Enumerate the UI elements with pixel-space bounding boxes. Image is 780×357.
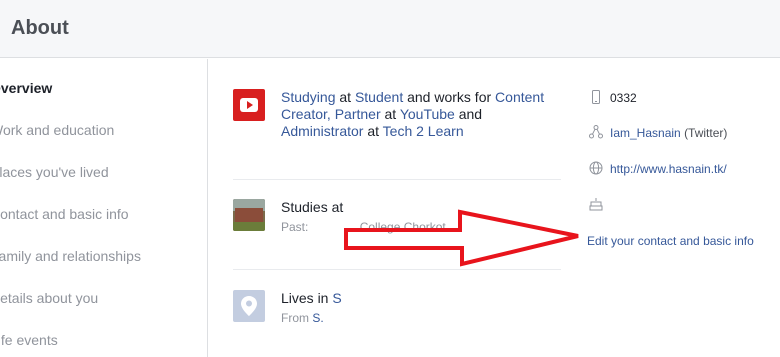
- sidebar-item-overview[interactable]: Overview: [0, 80, 52, 96]
- student-link[interactable]: Student: [355, 89, 403, 105]
- sidebar-item-family-relationships[interactable]: Family and relationships: [0, 248, 141, 264]
- work-entry: Studying at Student and works for Conten…: [233, 89, 561, 149]
- current-city-link[interactable]: S: [332, 290, 341, 306]
- administrator-link[interactable]: Administrator: [281, 123, 363, 139]
- work-summary: Studying at Student and works for Conten…: [281, 89, 545, 139]
- youtube-link[interactable]: YouTube: [400, 106, 455, 122]
- education-entry: Studies at Past: College Chorkot: [233, 199, 561, 239]
- lives-entry: Lives in S From S.: [233, 290, 561, 330]
- education-past-school[interactable]: College Chorkot: [360, 220, 446, 234]
- globe-icon: [589, 161, 603, 175]
- location-pin-icon: [233, 290, 265, 322]
- page-header: About: [0, 0, 780, 58]
- page-title: About: [11, 17, 69, 39]
- about-sidebar: Overview Work and education Places you'v…: [0, 59, 208, 357]
- divider: [233, 269, 561, 270]
- sidebar-item-contact-info[interactable]: Contact and basic info: [0, 206, 129, 222]
- tech-2-learn-link[interactable]: Tech 2 Learn: [383, 123, 464, 139]
- phone-number: 0332: [610, 91, 637, 105]
- school-photo: [233, 199, 265, 231]
- sidebar-item-work-education[interactable]: Work and education: [0, 122, 114, 138]
- education-title: Studies at: [281, 199, 344, 215]
- about-overview-content: Studying at Student and works for Conten…: [209, 59, 780, 357]
- studying-link[interactable]: Studying: [281, 89, 335, 105]
- birthday-cake-icon: [589, 197, 603, 211]
- divider: [233, 179, 561, 180]
- hometown-link[interactable]: S.: [312, 311, 323, 325]
- mobile-phone-icon: [589, 90, 603, 104]
- edit-contact-info-link[interactable]: Edit your contact and basic info: [587, 234, 754, 248]
- red-arrow-icon: [554, 263, 594, 264]
- sidebar-item-places-lived[interactable]: Places you've lived: [0, 164, 109, 180]
- youtube-icon: [233, 89, 265, 121]
- twitter-handle-link[interactable]: Iam_Hasnain: [610, 126, 681, 140]
- website-link[interactable]: http://www.hasnain.tk/: [610, 162, 727, 176]
- share-network-icon: [589, 125, 603, 139]
- sidebar-item-life-events[interactable]: Life events: [0, 332, 58, 348]
- sidebar-item-details[interactable]: Details about you: [0, 290, 98, 306]
